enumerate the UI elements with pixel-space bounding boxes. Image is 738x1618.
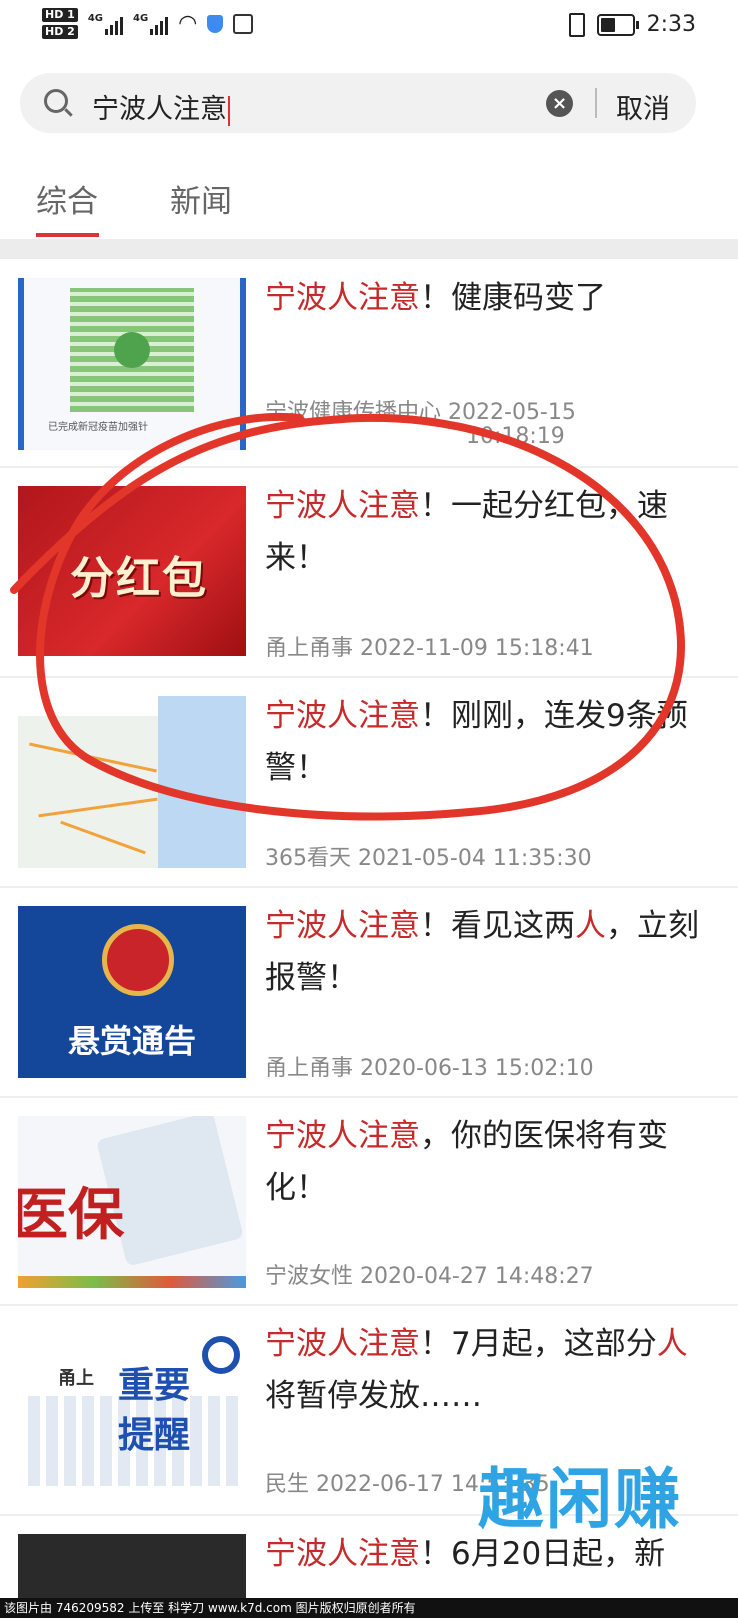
title-highlight: 宁波人注意 <box>265 1118 420 1154</box>
result-source: 宁波女性 <box>265 1264 354 1289</box>
footer-credit: 该图片由 746209582 上传至 科学刀 www.k7d.com 图片版权归… <box>0 1598 738 1618</box>
title-highlight: 宁波人注意 <box>265 698 420 734</box>
section-divider <box>0 239 738 259</box>
search-icon <box>44 89 68 113</box>
hd-indicator: HD 1 HD 2 <box>42 8 78 39</box>
thumbnail-caption: 已完成新冠疫苗加强针 <box>48 422 148 433</box>
search-bar: 宁波人注意 × 取消 <box>20 73 696 133</box>
thumbnail-text: 重要 <box>118 1365 191 1406</box>
result-title: 宁波人注意！一起分红包，速来！ <box>265 480 705 584</box>
tab-news[interactable]: 新闻 <box>170 176 232 221</box>
title-highlight: 人 <box>575 908 606 944</box>
result-title: 宁波人注意！看见这两人，立刻报警！ <box>265 900 705 1004</box>
ring-icon <box>202 1336 240 1374</box>
signal-2-icon: 4G <box>133 13 169 35</box>
clock: 2:33 <box>646 12 696 37</box>
result-item[interactable]: 医保 宁波人注意，你的医保将有变化！ 宁波女性 2020-04-27 14:48… <box>0 1098 738 1306</box>
title-text: ！看见这两 <box>420 908 575 944</box>
title-highlight: 人 <box>656 1326 688 1362</box>
store-icon <box>233 13 254 34</box>
title-highlight: 宁波人注意 <box>265 488 420 524</box>
title-highlight: 宁波人注意 <box>265 1326 420 1362</box>
status-bar: HD 1 HD 2 4G 4G ◠ 2:33 <box>0 0 738 56</box>
title-text: 将暂停发放…… <box>265 1378 482 1414</box>
result-thumbnail <box>18 1534 246 1598</box>
important-reminder-thumbnail: 甬上 重要 提醒 <box>18 1324 246 1496</box>
active-tab-indicator <box>36 233 99 237</box>
medical-insurance-thumbnail: 医保 <box>18 1116 246 1288</box>
result-item[interactable]: 已完成新冠疫苗加强针 宁波人注意！健康码变了 宁波健康传播中心 2022-05-… <box>0 260 738 468</box>
result-time: 11:35:30 <box>492 846 592 871</box>
signal-1-icon: 4G <box>88 13 123 35</box>
result-meta: 甬上甬事 2020-06-13 15:02:10 <box>265 1050 594 1082</box>
result-time: 15:02:10 <box>494 1056 594 1081</box>
title-text: ！健康码变了 <box>420 280 606 316</box>
title-highlight: 宁波人注意 <box>265 280 420 316</box>
battery-icon <box>596 13 639 36</box>
divider <box>595 88 597 118</box>
result-meta: 宁波健康传播中心 2022-05-15 <box>265 394 576 426</box>
title-highlight: 宁波人注意 <box>265 1536 420 1572</box>
health-code-thumbnail: 已完成新冠疫苗加强针 <box>18 278 246 450</box>
thumbnail-text: 医保 <box>18 1183 124 1248</box>
cancel-button[interactable]: 取消 <box>616 87 670 126</box>
result-title: 宁波人注意！健康码变了 <box>265 272 705 324</box>
clear-icon[interactable]: × <box>546 90 573 117</box>
wifi-icon: ◠ <box>178 10 198 36</box>
qr-code-icon <box>70 288 194 412</box>
thumbnail-text: 分红包 <box>70 553 208 604</box>
text-caret <box>228 95 230 126</box>
result-date: 2022-05-15 <box>448 400 576 425</box>
result-date: 2020-04-27 <box>360 1264 488 1289</box>
thumbnail-text: 悬赏通告 <box>67 1022 196 1060</box>
result-time: 15:18:41 <box>494 636 594 661</box>
shield-icon <box>207 14 224 33</box>
result-source: 甬上甬事 <box>265 636 354 661</box>
title-text: ！7月起，这部分 <box>420 1326 657 1362</box>
result-date: 2022-11-09 <box>360 636 488 661</box>
result-meta: 甬上甬事 2022-11-09 15:18:41 <box>265 630 594 662</box>
vibrate-icon <box>568 12 585 37</box>
search-query-text: 宁波人注意 <box>92 94 227 125</box>
result-item[interactable]: 宁波人注意！刚刚，连发9条预警！ 365看天 2021-05-04 11:35:… <box>0 678 738 888</box>
thumbnail-text: 提醒 <box>118 1415 191 1456</box>
result-date: 2020-06-13 <box>360 1056 488 1081</box>
result-item[interactable]: 分红包 宁波人注意！一起分红包，速来！ 甬上甬事 2022-11-09 15:1… <box>0 468 738 678</box>
police-emblem-icon <box>102 924 174 996</box>
result-source: 民生 <box>265 1472 310 1497</box>
result-date: 2021-05-04 <box>358 846 486 871</box>
result-title: 宁波人注意！7月起，这部分人将暂停发放…… <box>265 1318 705 1422</box>
tab-comprehensive[interactable]: 综合 <box>36 176 98 221</box>
result-time: 10:18:19 <box>466 424 565 449</box>
result-time: 14:48:27 <box>494 1264 594 1289</box>
hd1-label: HD 1 <box>42 8 78 22</box>
result-date: 2022-06-17 <box>316 1472 444 1497</box>
result-source: 甬上甬事 <box>265 1056 354 1081</box>
hd2-label: HD 2 <box>42 25 78 39</box>
watermark-logo: 趣闲赚 <box>478 1461 682 1538</box>
reward-notice-thumbnail: 悬赏通告 <box>18 906 246 1078</box>
weather-map-thumbnail <box>18 696 246 868</box>
result-meta: 365看天 2021-05-04 11:35:30 <box>265 840 592 872</box>
result-source: 宁波健康传播中心 <box>265 400 442 425</box>
result-source: 365看天 <box>265 846 351 871</box>
red-envelope-thumbnail: 分红包 <box>18 486 246 656</box>
search-input[interactable]: 宁波人注意 <box>92 87 230 126</box>
result-title: 宁波人注意，你的医保将有变化！ <box>265 1110 705 1214</box>
title-highlight: 宁波人注意 <box>265 908 420 944</box>
thumbnail-logo: 甬上 <box>58 1368 94 1389</box>
result-item[interactable]: 悬赏通告 宁波人注意！看见这两人，立刻报警！ 甬上甬事 2020-06-13 1… <box>0 888 738 1098</box>
result-meta: 宁波女性 2020-04-27 14:48:27 <box>265 1258 594 1290</box>
result-title: 宁波人注意！刚刚，连发9条预警！ <box>265 690 705 794</box>
